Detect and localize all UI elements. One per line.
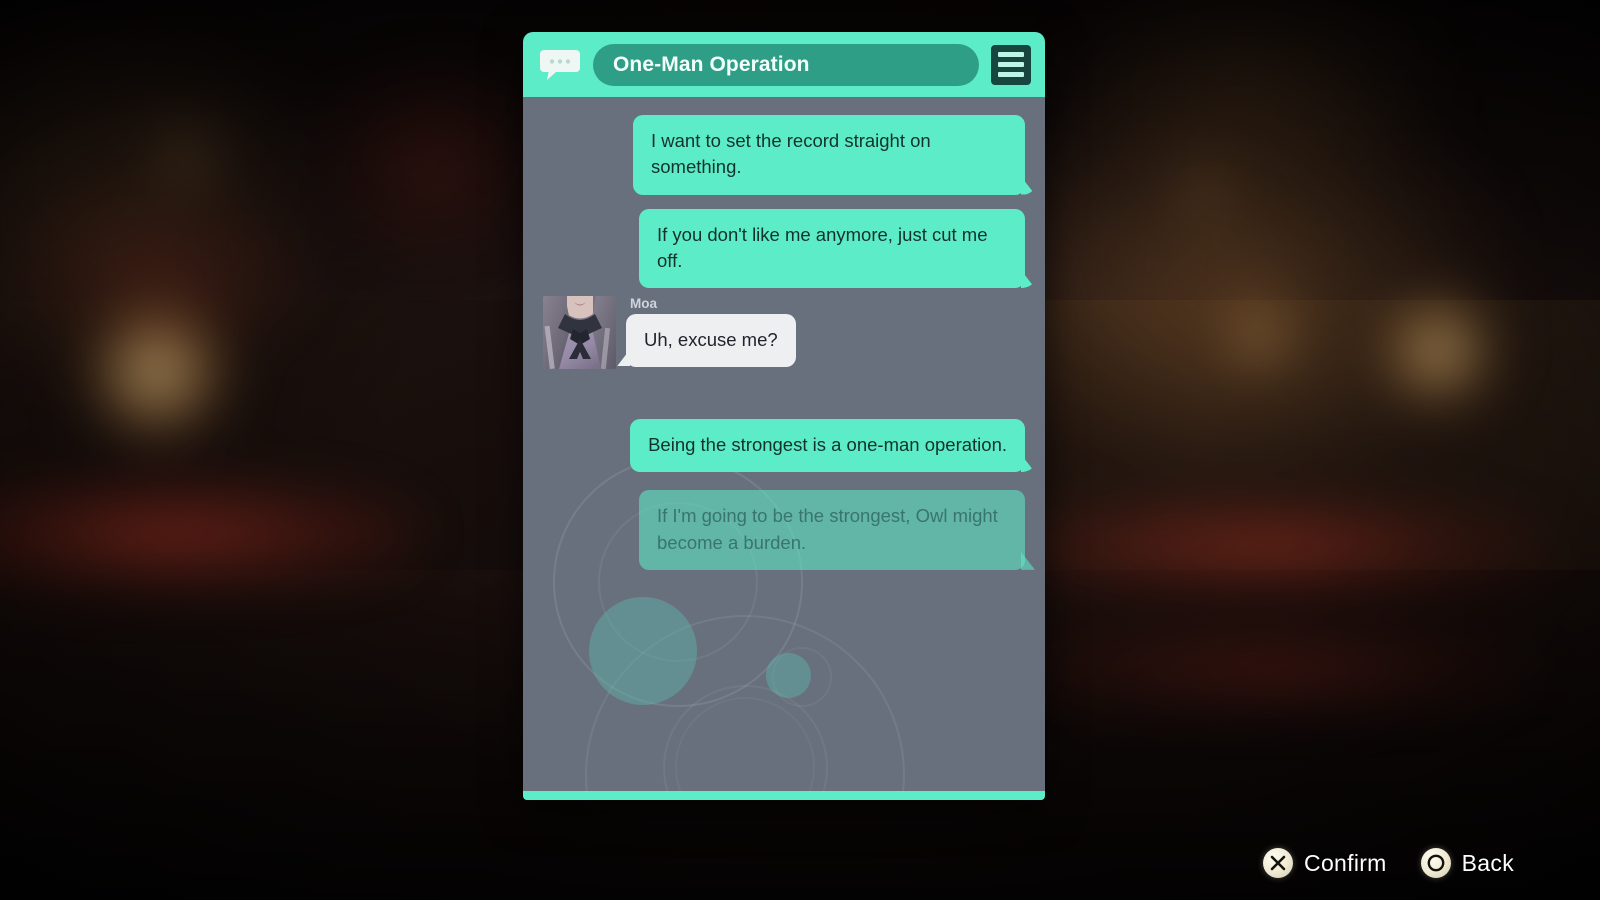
back-label: Back (1461, 849, 1514, 876)
confirm-prompt[interactable]: Confirm (1263, 848, 1387, 878)
back-prompt[interactable]: Back (1420, 848, 1514, 878)
button-prompts: Confirm Back (1263, 848, 1514, 878)
message-bubble-self[interactable]: I want to set the record straight on som… (633, 115, 1025, 195)
message-bubble-self[interactable]: Being the strongest is a one-man operati… (630, 419, 1025, 473)
message-list: I want to set the record straight on som… (523, 97, 1045, 570)
message-text: I want to set the record straight on som… (651, 130, 931, 178)
confirm-label: Confirm (1304, 849, 1387, 876)
message-text: If you don't like me anymore, just cut m… (657, 223, 988, 271)
avatar (543, 296, 616, 370)
message-area[interactable]: I want to set the record straight on som… (523, 97, 1045, 795)
message-row: I want to set the record straight on som… (543, 115, 1025, 195)
moa-portrait-avatar (543, 296, 616, 370)
message-text: Being the strongest is a one-man operati… (648, 434, 1007, 456)
panel-footer-strip (523, 791, 1045, 800)
speaker-name: Moa (630, 296, 657, 312)
chat-header: One-Man Operation (523, 32, 1045, 97)
hamburger-menu-icon[interactable] (991, 44, 1031, 85)
message-row: Being the strongest is a one-man operati… (543, 419, 1025, 473)
message-text: If I'm going to be the strongest, Owl mi… (657, 505, 998, 553)
message-row: If you don't like me anymore, just cut m… (543, 208, 1025, 289)
message-text: Uh, excuse me? (644, 329, 778, 351)
message-bubble-self[interactable]: If you don't like me anymore, just cut m… (639, 208, 1025, 289)
circle-button-icon (1420, 848, 1451, 878)
chat-title-pill: One-Man Operation (593, 43, 979, 86)
message-bubble-dimmed[interactable]: If I'm going to be the strongest, Owl mi… (639, 490, 1025, 570)
message-bubble-other[interactable]: Uh, excuse me? (626, 314, 796, 368)
chat-panel: One-Man Operation I want to set the reco… (523, 32, 1045, 800)
page-title: One-Man Operation (613, 52, 810, 76)
cross-button-icon (1263, 848, 1294, 878)
speech-bubble-icon (539, 48, 581, 82)
message-row: Moa Uh, excuse me? (543, 296, 1025, 370)
game-screen: One-Man Operation I want to set the reco… (0, 0, 1600, 900)
message-row: If I'm going to be the strongest, Owl mi… (543, 490, 1025, 570)
